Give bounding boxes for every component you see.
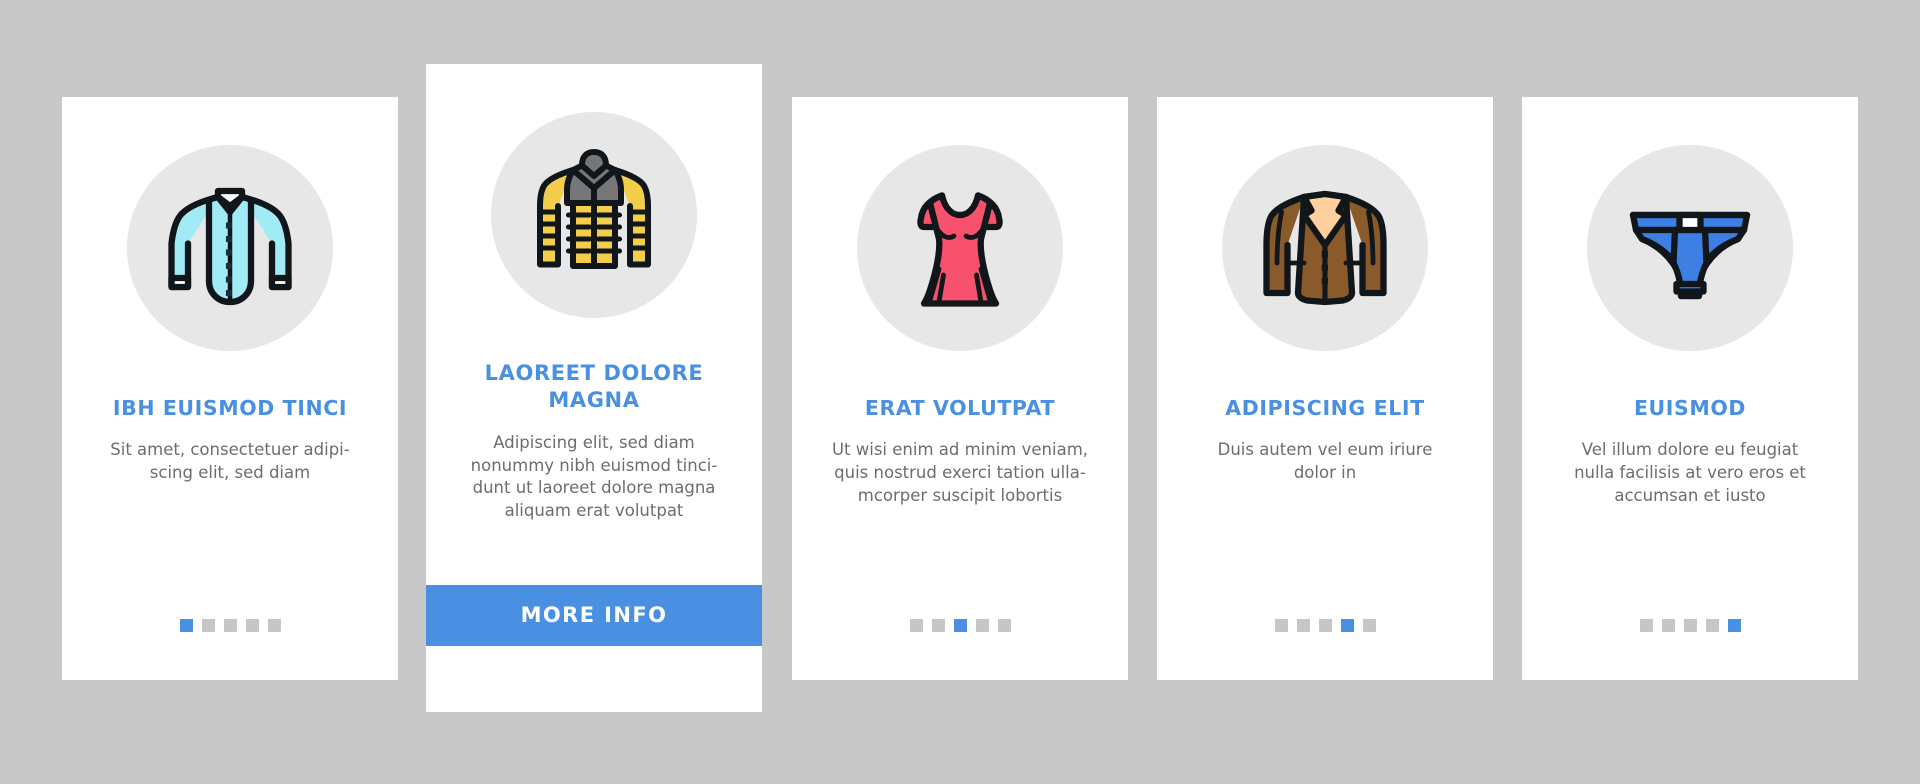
pagination-dot[interactable]	[179, 619, 193, 632]
pagination-dots[interactable]	[62, 619, 398, 632]
puffer-jacket-icon	[491, 112, 697, 318]
card-title: ERAT VOLUTPAT	[864, 396, 1056, 420]
pagination-dots[interactable]	[1522, 619, 1858, 632]
pagination-dot[interactable]	[1683, 619, 1697, 632]
pagination-dot[interactable]	[997, 619, 1011, 632]
pagination-dot[interactable]	[953, 619, 967, 632]
card-title: LAOREET DOLORE MAGNA	[484, 361, 704, 412]
suit-blazer-icon	[1222, 145, 1428, 351]
pagination-dot[interactable]	[1274, 619, 1288, 632]
more-info-button[interactable]: MORE INFO	[426, 585, 762, 646]
card-body: Ut wisi enim ad minim veniam, quis nostr…	[831, 440, 1089, 505]
pagination-dot[interactable]	[201, 619, 215, 632]
card-3[interactable]: ERAT VOLUTPAT Ut wisi enim ad minim veni…	[792, 97, 1128, 680]
card-4[interactable]: ADIPISCING ELIT Duis autem vel eum iriur…	[1157, 97, 1493, 680]
card-body: Sit amet, consectetuer adipi- scing elit…	[110, 440, 350, 482]
pagination-dot[interactable]	[1340, 619, 1354, 632]
pagination-dot[interactable]	[1639, 619, 1653, 632]
card-title: ADIPISCING ELIT	[1225, 396, 1425, 420]
onboarding-screens-illustration: IBH EUISMOD TINCI Sit amet, consectetuer…	[0, 0, 1920, 784]
pagination-dot[interactable]	[909, 619, 923, 632]
pagination-dot[interactable]	[1318, 619, 1332, 632]
pagination-dot[interactable]	[975, 619, 989, 632]
pagination-dot[interactable]	[1296, 619, 1310, 632]
card-body: Vel illum dolore eu feugiat nulla facili…	[1574, 440, 1806, 505]
briefs-underwear-icon	[1587, 145, 1793, 351]
pagination-dot[interactable]	[267, 619, 281, 632]
pagination-dot[interactable]	[1705, 619, 1719, 632]
pagination-dots[interactable]	[792, 619, 1128, 632]
card-title: IBH EUISMOD TINCI	[112, 396, 348, 420]
pagination-dot[interactable]	[931, 619, 945, 632]
card-2[interactable]: LAOREET DOLORE MAGNA Adipiscing elit, se…	[426, 64, 762, 712]
dress-icon	[857, 145, 1063, 351]
card-body: Duis autem vel eum iriure dolor in	[1217, 440, 1433, 482]
dress-shirt-icon	[127, 145, 333, 351]
card-1[interactable]: IBH EUISMOD TINCI Sit amet, consectetuer…	[62, 97, 398, 680]
pagination-dot[interactable]	[1727, 619, 1741, 632]
card-body: Adipiscing elit, sed diam nonummy nibh e…	[470, 432, 718, 521]
pagination-dot[interactable]	[223, 619, 237, 632]
card-title: EUISMOD	[1633, 396, 1747, 420]
card-5[interactable]: EUISMOD Vel illum dolore eu feugiat null…	[1522, 97, 1858, 680]
pagination-dot[interactable]	[1661, 619, 1675, 632]
pagination-dots[interactable]	[1157, 619, 1493, 632]
pagination-dot[interactable]	[245, 619, 259, 632]
pagination-dot[interactable]	[1362, 619, 1376, 632]
